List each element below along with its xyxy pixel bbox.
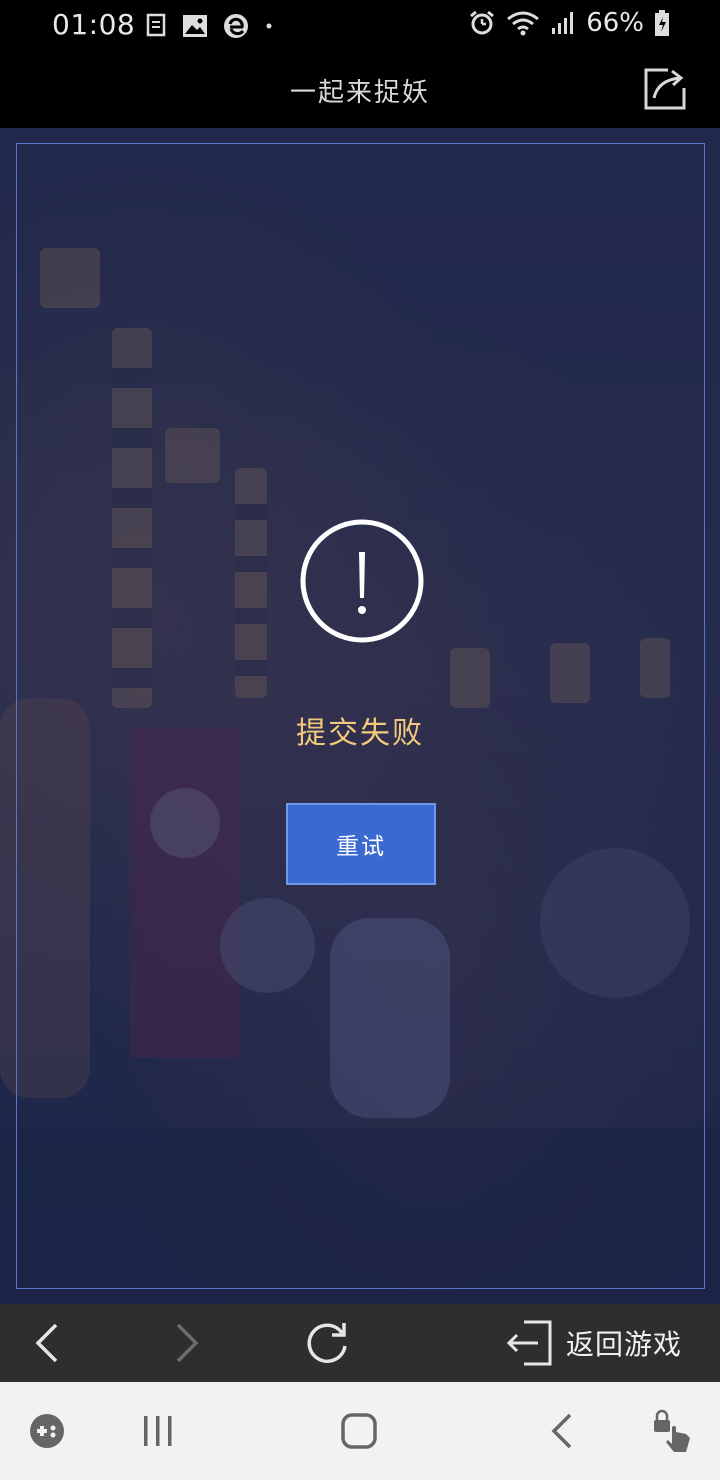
chevron-right-icon (176, 1323, 199, 1363)
status-right: 66% (468, 8, 670, 38)
exit-icon (506, 1320, 552, 1366)
browser-nav-bar: 返回游戏 (0, 1304, 720, 1382)
exclamation-circle-icon (300, 519, 424, 643)
refresh-icon (307, 1323, 347, 1363)
game-launcher-icon[interactable] (28, 1412, 66, 1450)
retry-button[interactable]: 重试 (286, 803, 436, 885)
alarm-icon (470, 10, 495, 35)
battery-icon (655, 10, 669, 36)
browser-refresh-button[interactable] (302, 1304, 352, 1382)
back-to-game-label: 返回游戏 (566, 1328, 683, 1361)
back-icon[interactable] (548, 1412, 576, 1450)
page-title: 一起来捉妖 (289, 78, 430, 108)
image-icon (183, 15, 207, 37)
status-bar: 01:08 66% (0, 0, 720, 50)
status-time: 01:08 (52, 8, 136, 41)
dot-icon (266, 23, 272, 29)
game-content: 提交失败 重试 (0, 128, 720, 1304)
lock-touch-icon[interactable] (648, 1408, 694, 1454)
document-icon (146, 13, 166, 37)
home-icon[interactable] (340, 1412, 378, 1450)
title-bar: 一起来捉妖 (0, 50, 720, 128)
share-icon[interactable] (642, 66, 688, 112)
wifi-icon (507, 11, 540, 36)
error-message: 提交失败 (296, 716, 424, 751)
battery-percent: 66% (586, 8, 644, 38)
edge-icon (224, 14, 248, 38)
browser-forward-button[interactable] (170, 1304, 204, 1382)
browser-back-button[interactable] (30, 1304, 64, 1382)
status-left-icons (146, 12, 274, 40)
recents-icon[interactable] (140, 1414, 176, 1448)
system-nav-bar (0, 1382, 720, 1480)
signal-icon (552, 12, 574, 34)
chevron-left-icon (35, 1323, 58, 1363)
back-to-game-button[interactable]: 返回游戏 (504, 1304, 682, 1382)
